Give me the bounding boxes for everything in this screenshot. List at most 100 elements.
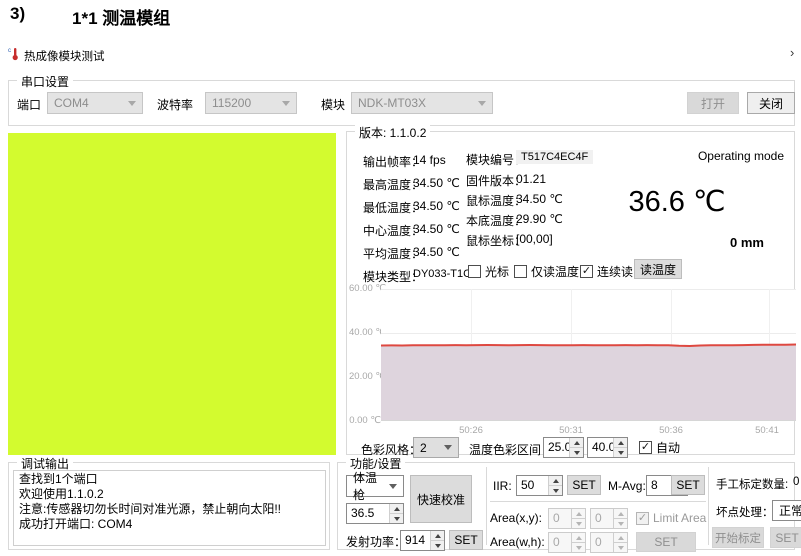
- chevron-down-icon: [128, 101, 136, 106]
- arrow-down-icon: [618, 522, 624, 526]
- close-port-button[interactable]: 关闭: [747, 92, 795, 114]
- area-xy-label: Area(x,y):: [490, 511, 542, 525]
- mavg-value: 8: [647, 476, 673, 495]
- divider: [486, 467, 487, 545]
- spinner-arrows[interactable]: [569, 438, 583, 457]
- arrow-down-icon[interactable]: [574, 451, 580, 455]
- range-min-value: 25.0: [544, 438, 569, 457]
- area-set-button[interactable]: SET: [636, 532, 696, 552]
- x-tick-2: 50:31: [551, 425, 591, 436]
- arrow-up-icon[interactable]: [574, 441, 580, 445]
- avg-temp-value: 34.50 ℃: [413, 245, 460, 259]
- range-max-stepper[interactable]: 40.0: [587, 437, 628, 458]
- area-h-value: 0: [591, 533, 613, 552]
- module-label: 模块: [321, 96, 345, 113]
- auto-range-checkbox[interactable]: ✓ 自动: [639, 439, 680, 456]
- range-min-stepper[interactable]: 25.0: [543, 437, 584, 458]
- arrow-down-icon[interactable]: [553, 489, 559, 493]
- limit-area-checkbox[interactable]: ✓ Limit Area: [636, 511, 706, 525]
- debug-output-group: 调试输出 查找到1个端口 欢迎使用1.1.0.2 注意:传感器切勿长时间对准光源…: [8, 462, 330, 550]
- bad-pixel-select[interactable]: 正常: [772, 500, 801, 521]
- color-style-select[interactable]: 2: [413, 437, 459, 458]
- mode-select[interactable]: 体温枪: [346, 475, 404, 497]
- limit-area-checkbox-label: Limit Area: [653, 511, 706, 525]
- tx-power-stepper[interactable]: 914: [400, 530, 445, 551]
- area-w-stepper[interactable]: 0: [548, 532, 586, 553]
- arrow-down-icon: [576, 522, 582, 526]
- area-wh-label: Area(w,h):: [490, 535, 545, 549]
- spinner-arrows[interactable]: [548, 476, 562, 495]
- min-temp-value: 34.50 ℃: [413, 199, 460, 213]
- chevron-down-icon: [389, 484, 397, 489]
- module-select[interactable]: NDK-MT03X: [351, 92, 493, 114]
- tx-power-set-button[interactable]: SET: [449, 530, 483, 550]
- continuous-read-checkbox[interactable]: ✓ 连续读: [580, 263, 633, 280]
- x-tick-4: 50:41: [747, 425, 787, 436]
- arrow-down-icon[interactable]: [435, 544, 441, 548]
- divider: [490, 501, 706, 502]
- arrow-up-icon[interactable]: [553, 479, 559, 483]
- open-port-button[interactable]: 打开: [687, 92, 739, 114]
- baud-select[interactable]: 115200: [205, 92, 297, 114]
- calibration-set-button[interactable]: SET: [770, 527, 801, 548]
- spinner-arrows: [571, 509, 585, 528]
- arrow-down-icon: [618, 546, 624, 550]
- arrow-up-icon[interactable]: [618, 441, 624, 445]
- arrow-up-icon: [576, 536, 582, 540]
- range-max-value: 40.0: [588, 438, 613, 457]
- spinner-arrows[interactable]: [430, 531, 444, 550]
- body-temp-stepper[interactable]: 36.5: [346, 503, 404, 524]
- chevron-down-icon: [478, 101, 486, 106]
- start-calibration-button[interactable]: 开始标定: [712, 527, 764, 548]
- debug-line: 注意:传感器切勿长时间对准光源，禁止朝向太阳!!: [19, 502, 320, 517]
- cursor-checkbox[interactable]: 光标: [468, 263, 509, 280]
- port-select-value: COM4: [54, 96, 89, 110]
- base-temp-value: 29.90 ℃: [516, 212, 563, 226]
- window-close-icon[interactable]: ›: [790, 45, 794, 60]
- bad-pixel-select-value: 正常: [779, 502, 801, 519]
- debug-line: 查找到1个端口: [19, 472, 320, 487]
- body-temp-value: 36.5: [347, 504, 389, 523]
- port-select[interactable]: COM4: [47, 92, 143, 114]
- mouse-pos-value: [00,00]: [516, 232, 553, 246]
- y-tick-40: 40.00 ℃: [349, 327, 381, 338]
- temp-chart-svg: [381, 289, 796, 421]
- check-icon: ✓: [636, 512, 649, 525]
- mavg-label: M-Avg:: [608, 479, 646, 493]
- read-only-checkbox-label: 仅读温度: [531, 263, 579, 280]
- iir-set-button[interactable]: SET: [567, 475, 601, 495]
- divider: [708, 467, 709, 545]
- quick-calibrate-button[interactable]: 快速校准: [410, 475, 472, 523]
- operating-mode-label: Operating mode: [698, 149, 784, 163]
- checkbox-box: [514, 265, 527, 278]
- spinner-arrows[interactable]: [613, 438, 627, 457]
- debug-output-textarea[interactable]: 查找到1个端口 欢迎使用1.1.0.2 注意:传感器切勿长时间对准光源，禁止朝向…: [13, 470, 326, 546]
- arrow-down-icon[interactable]: [618, 451, 624, 455]
- max-temp-value: 34.50 ℃: [413, 176, 460, 190]
- debug-line: 欢迎使用1.1.0.2: [19, 487, 320, 502]
- x-tick-3: 50:36: [651, 425, 691, 436]
- version-group-label: 版本: 1.1.0.2: [355, 124, 430, 141]
- mavg-set-button[interactable]: SET: [671, 475, 705, 495]
- y-tick-60: 60.00 ℃: [349, 283, 381, 294]
- arrow-up-icon[interactable]: [394, 507, 400, 511]
- arrow-down-icon[interactable]: [394, 517, 400, 521]
- iir-stepper[interactable]: 50: [516, 475, 563, 496]
- y-tick-0: 0.00 ℃: [349, 415, 381, 426]
- x-axis-line: [381, 420, 796, 421]
- spinner-arrows[interactable]: [389, 504, 403, 523]
- area-y-stepper[interactable]: 0: [590, 508, 628, 529]
- check-icon: ✓: [580, 265, 593, 278]
- area-x-stepper[interactable]: 0: [548, 508, 586, 529]
- read-temperature-button[interactable]: 读温度: [634, 259, 682, 279]
- arrow-up-icon: [576, 512, 582, 516]
- continuous-read-checkbox-label: 连续读: [597, 263, 633, 280]
- temp-range-label: 温度色彩区间：: [469, 441, 553, 458]
- arrow-up-icon[interactable]: [435, 534, 441, 538]
- area-h-stepper[interactable]: 0: [590, 532, 628, 553]
- window-title: 热成像模块测试: [24, 48, 105, 64]
- thermal-image[interactable]: [8, 133, 336, 455]
- read-only-checkbox[interactable]: 仅读温度: [514, 263, 579, 280]
- tx-power-value: 914: [401, 531, 430, 550]
- checkbox-box: [468, 265, 481, 278]
